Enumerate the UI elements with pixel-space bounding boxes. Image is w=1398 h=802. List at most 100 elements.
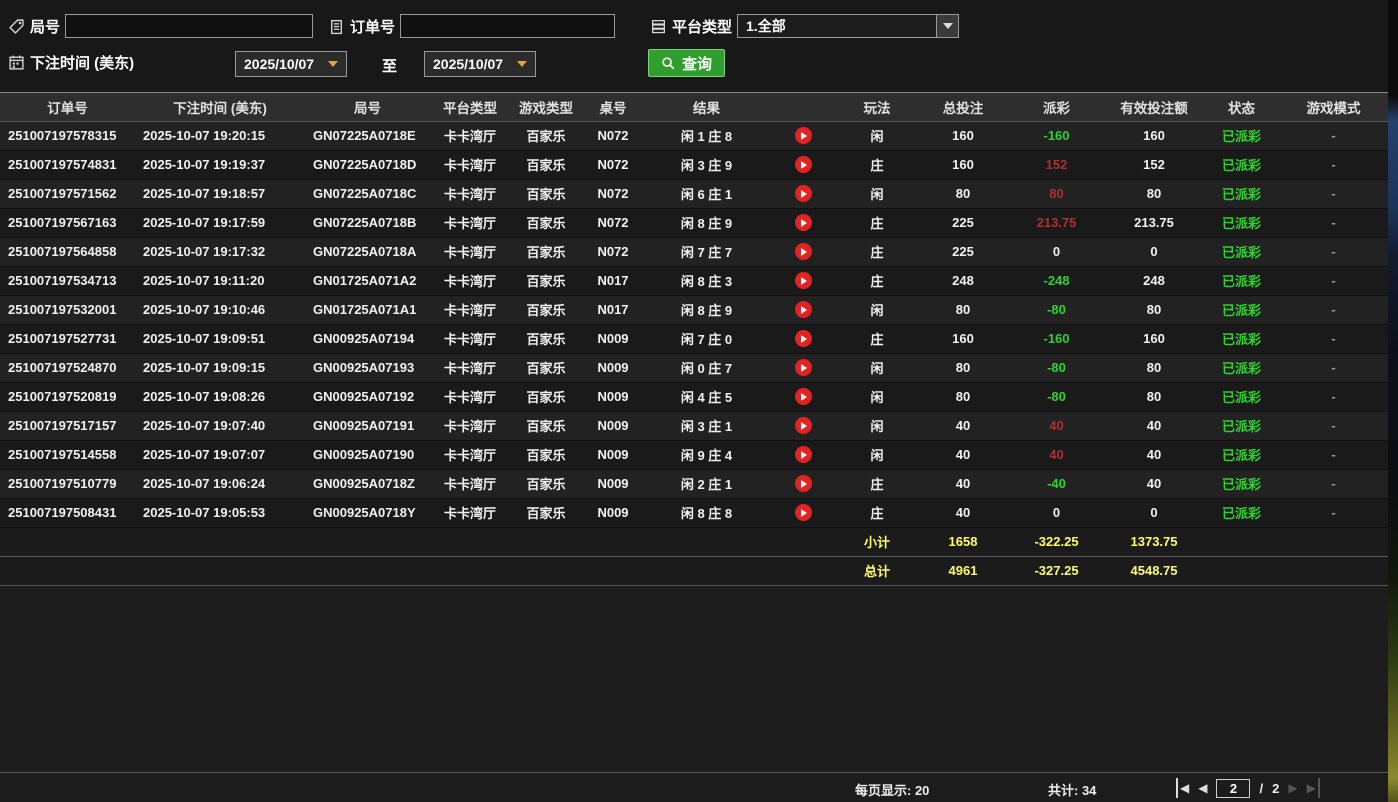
- order-number-filter: 订单号: [328, 14, 615, 38]
- column-header: 有效投注额: [1104, 93, 1204, 121]
- cell-valid: 80: [1104, 382, 1204, 411]
- play-video-button[interactable]: [795, 388, 812, 405]
- last-page-button[interactable]: ▶: [1307, 778, 1320, 798]
- play-video-button[interactable]: [795, 330, 812, 347]
- result-video-cell: [769, 324, 837, 353]
- cell-platform: 卡卡湾厅: [430, 295, 510, 324]
- grand-total-row-valid-bet: 4548.75: [1104, 556, 1204, 585]
- play-video-button[interactable]: [795, 127, 812, 144]
- cell-status: 已派彩: [1204, 266, 1279, 295]
- cell-play: 庄: [837, 469, 917, 498]
- search-button[interactable]: 查询: [648, 49, 725, 77]
- cell-bet: 225: [917, 237, 1009, 266]
- cell-game: 百家乐: [510, 324, 582, 353]
- platform-type-select[interactable]: 1.全部: [737, 14, 959, 38]
- platform-type-filter: 平台类型 1.全部: [650, 14, 959, 38]
- round-number-input[interactable]: [65, 14, 313, 38]
- total-count-label: 共计: 34: [1048, 780, 1096, 799]
- table-row: 2510071975208192025-10-07 19:08:26GN0092…: [0, 382, 1388, 411]
- search-button-label: 查询: [682, 53, 712, 74]
- result-video-cell: [769, 295, 837, 324]
- play-video-button[interactable]: [795, 475, 812, 492]
- cell-play: 闲: [837, 411, 917, 440]
- first-page-button[interactable]: ◀: [1176, 778, 1189, 798]
- cell-mode: -: [1279, 150, 1388, 179]
- cell-game: 百家乐: [510, 237, 582, 266]
- cell-mode: -: [1279, 324, 1388, 353]
- play-video-button[interactable]: [795, 272, 812, 289]
- cell-table_no: N009: [582, 469, 644, 498]
- cell-mode: -: [1279, 382, 1388, 411]
- subtotal-row-valid-bet: 1373.75: [1104, 527, 1204, 556]
- order-number-input[interactable]: [400, 14, 615, 38]
- play-video-button[interactable]: [795, 301, 812, 318]
- next-page-button[interactable]: ▶: [1288, 778, 1297, 798]
- column-header: 下注时间 (美东): [135, 93, 305, 121]
- cell-status: 已派彩: [1204, 237, 1279, 266]
- result-video-cell: [769, 382, 837, 411]
- cell-bet: 160: [917, 324, 1009, 353]
- cell-time: 2025-10-07 19:05:53: [135, 498, 305, 527]
- cell-mode: -: [1279, 237, 1388, 266]
- play-video-button[interactable]: [795, 504, 812, 521]
- column-header: 订单号: [0, 93, 135, 121]
- bet-time-label: 下注时间 (美东): [30, 52, 134, 73]
- play-video-button[interactable]: [795, 417, 812, 434]
- result-video-cell: [769, 179, 837, 208]
- cell-valid: 160: [1104, 121, 1204, 150]
- cell-mode: -: [1279, 353, 1388, 382]
- cell-time: 2025-10-07 19:09:51: [135, 324, 305, 353]
- cell-platform: 卡卡湾厅: [430, 266, 510, 295]
- date-from-select[interactable]: 2025/10/07: [235, 51, 347, 77]
- cell-table_no: N009: [582, 353, 644, 382]
- play-video-button[interactable]: [795, 214, 812, 231]
- order-number-label: 订单号: [350, 16, 395, 37]
- cell-bet: 80: [917, 353, 1009, 382]
- cell-platform: 卡卡湾厅: [430, 324, 510, 353]
- cell-order: 251007197567163: [0, 208, 135, 237]
- cell-payout: -248: [1009, 266, 1104, 295]
- cell-order: 251007197517157: [0, 411, 135, 440]
- cell-game: 百家乐: [510, 498, 582, 527]
- column-header: 局号: [305, 93, 430, 121]
- play-video-button[interactable]: [795, 185, 812, 202]
- cell-order: 251007197578315: [0, 121, 135, 150]
- cell-mode: -: [1279, 208, 1388, 237]
- cell-payout: 0: [1009, 498, 1104, 527]
- page-number-input[interactable]: 2: [1216, 779, 1250, 798]
- cell-mode: -: [1279, 411, 1388, 440]
- table-body: 2510071975783152025-10-07 19:20:15GN0722…: [0, 121, 1388, 585]
- cell-time: 2025-10-07 19:20:15: [135, 121, 305, 150]
- cell-bet: 40: [917, 440, 1009, 469]
- cell-status: 已派彩: [1204, 469, 1279, 498]
- cell-table_no: N009: [582, 498, 644, 527]
- cell-game: 百家乐: [510, 121, 582, 150]
- cell-time: 2025-10-07 19:07:07: [135, 440, 305, 469]
- cell-table_no: N072: [582, 121, 644, 150]
- cell-order: 251007197527731: [0, 324, 135, 353]
- cell-round: GN00925A07191: [305, 411, 430, 440]
- play-video-button[interactable]: [795, 359, 812, 376]
- prev-page-button[interactable]: ◀: [1198, 778, 1207, 798]
- cell-valid: 80: [1104, 295, 1204, 324]
- cell-bet: 80: [917, 179, 1009, 208]
- cell-status: 已派彩: [1204, 353, 1279, 382]
- subtotal-row-payout: -322.25: [1009, 527, 1104, 556]
- cell-payout: 40: [1009, 440, 1104, 469]
- cell-table_no: N072: [582, 208, 644, 237]
- date-from-group: 2025/10/07: [235, 51, 347, 77]
- column-header: 状态: [1204, 93, 1279, 121]
- platform-type-value: 1.全部: [746, 16, 786, 36]
- play-video-button[interactable]: [795, 156, 812, 173]
- cell-game: 百家乐: [510, 411, 582, 440]
- cell-mode: -: [1279, 266, 1388, 295]
- cell-status: 已派彩: [1204, 440, 1279, 469]
- subtotal-row-label: 小计: [837, 527, 917, 556]
- table-row: 2510071975748312025-10-07 19:19:37GN0722…: [0, 150, 1388, 179]
- table-row: 2510071975715622025-10-07 19:18:57GN0722…: [0, 179, 1388, 208]
- cell-mode: -: [1279, 121, 1388, 150]
- date-to-select[interactable]: 2025/10/07: [424, 51, 536, 77]
- play-video-button[interactable]: [795, 243, 812, 260]
- cell-payout: -80: [1009, 353, 1104, 382]
- play-video-button[interactable]: [795, 446, 812, 463]
